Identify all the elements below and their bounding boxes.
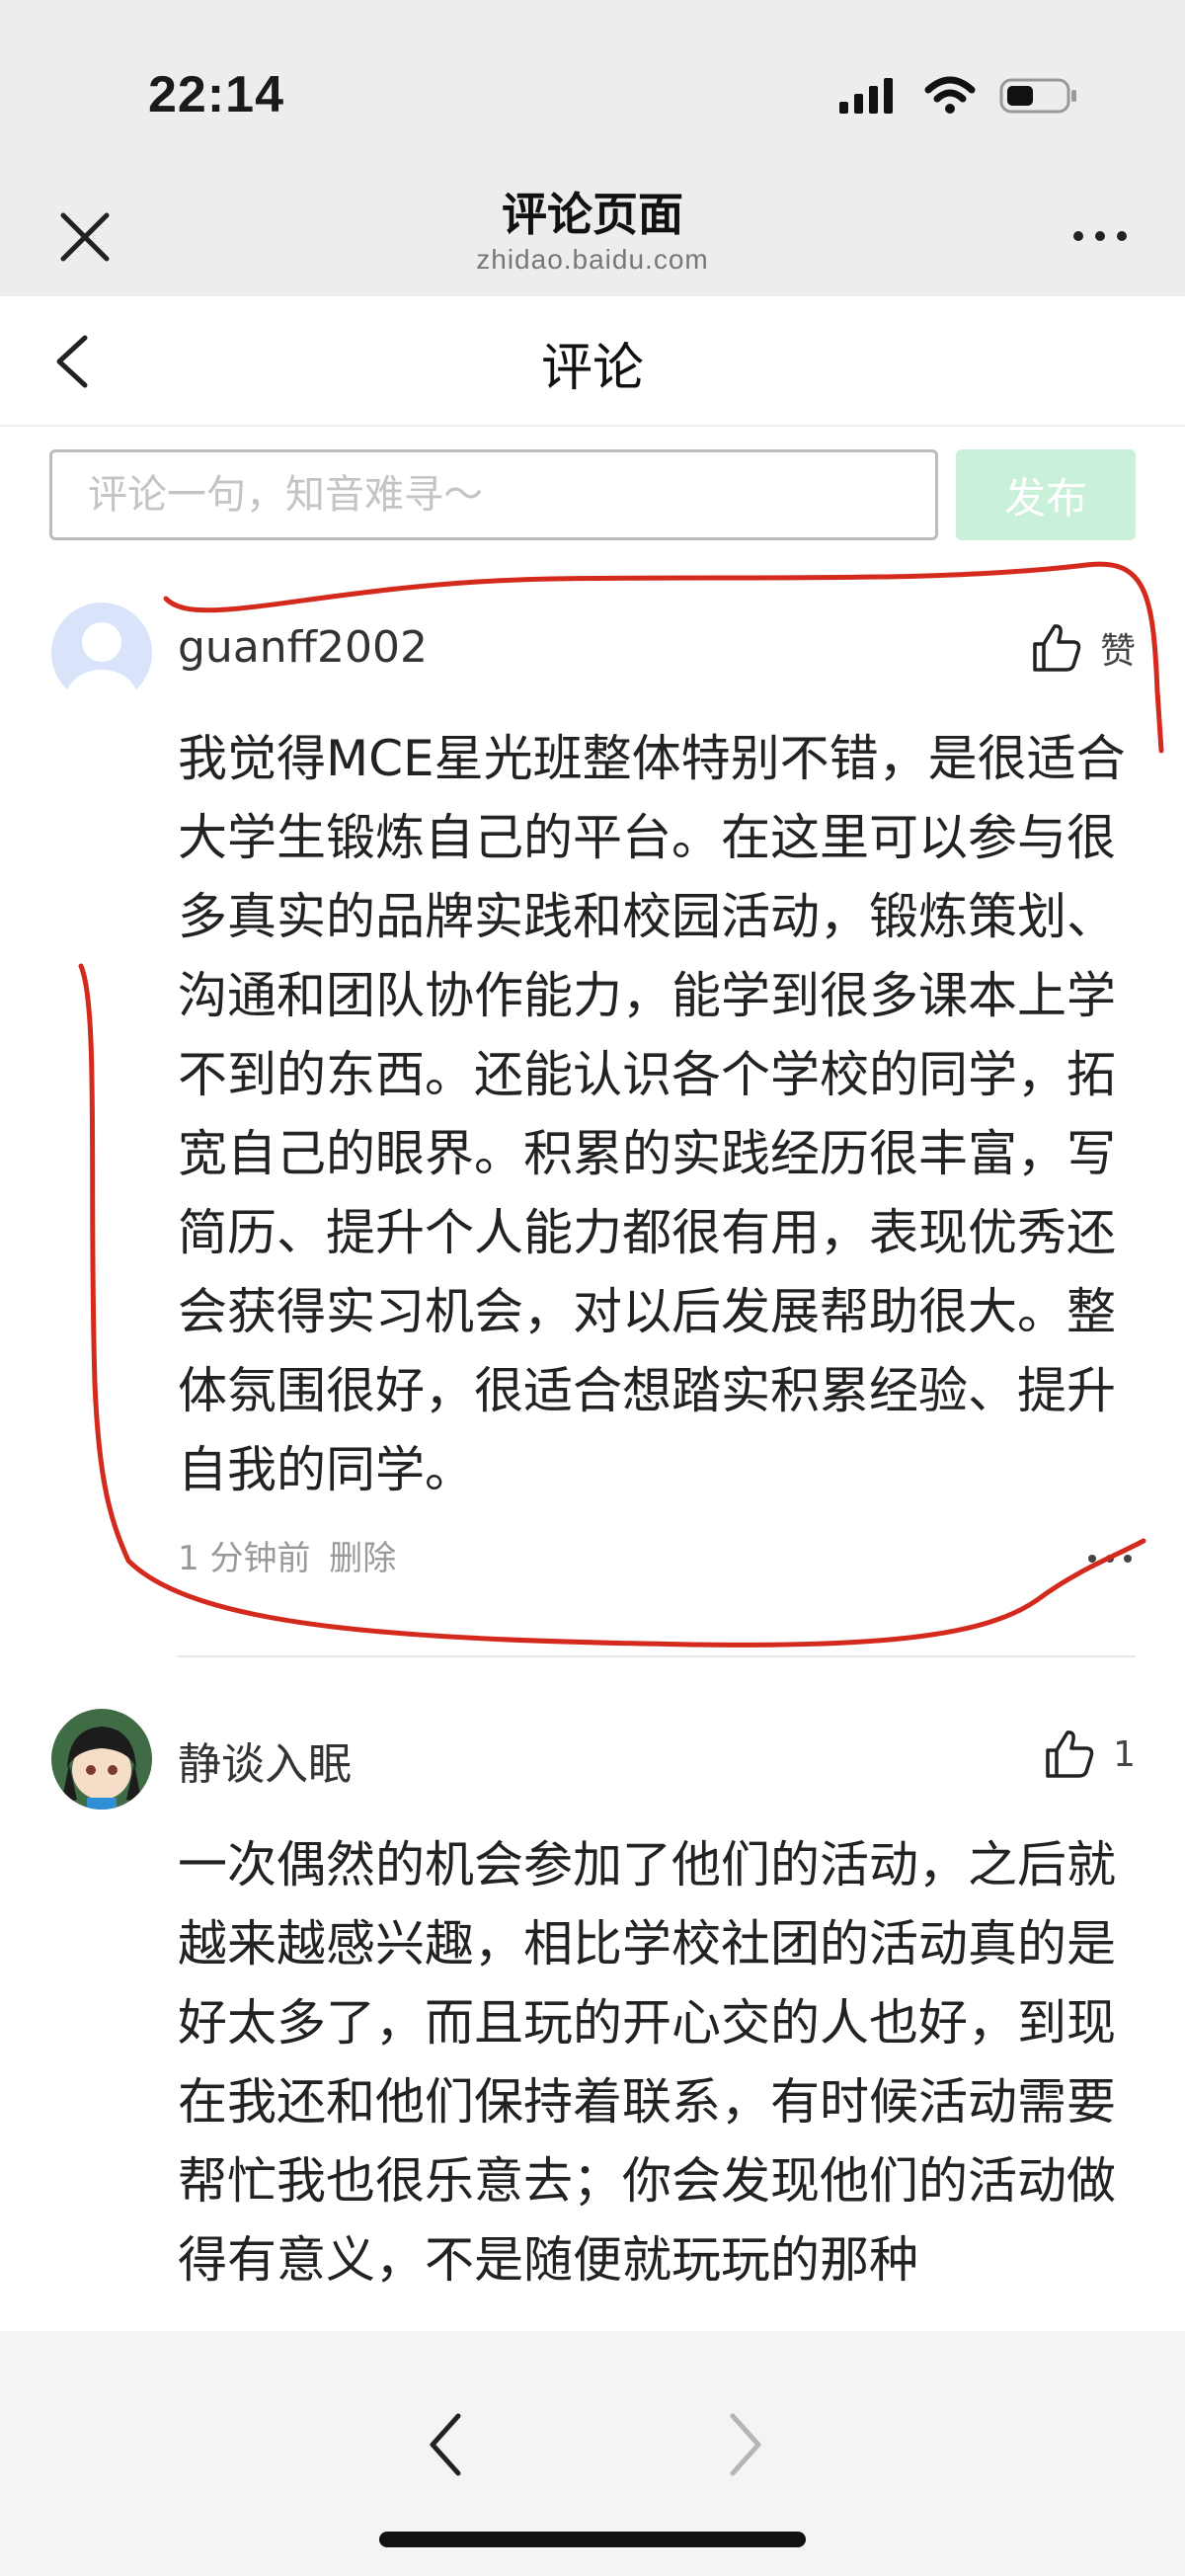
wifi-icon (924, 76, 976, 114)
more-options-icon[interactable] (1070, 221, 1130, 251)
avatar[interactable] (51, 603, 152, 703)
delete-link[interactable]: 删除 (329, 1539, 396, 1578)
browser-bar: 评论页面 zhidao.baidu.com (0, 178, 1185, 296)
comment-text: 我觉得MCE星光班整体特别不错，是很适合大学生锻炼自己的平台。在这里可以参与很多… (178, 730, 1126, 1498)
like-button[interactable]: 赞 (1031, 622, 1136, 674)
avatar[interactable] (51, 1709, 152, 1810)
comment-input[interactable] (49, 449, 938, 540)
comment-item: guanff2002 赞 我觉得MCE星光班整体特别不错，是很适合大学生锻炼自己… (0, 593, 1185, 1659)
battery-icon (999, 78, 1076, 114)
comment-more-icon[interactable] (1086, 1549, 1134, 1569)
browser-page-title: 评论页面 (502, 188, 683, 241)
like-label: 赞 (1099, 631, 1136, 672)
browser-back-icon[interactable] (425, 2410, 464, 2479)
publish-button[interactable]: 发布 (956, 449, 1136, 540)
status-time: 22:14 (148, 66, 284, 123)
anime-avatar-icon (51, 1709, 152, 1810)
thumbs-up-icon (1033, 624, 1081, 672)
comment-username[interactable]: 静谈入眠 (178, 1729, 352, 1792)
page-title: 评论 (540, 339, 644, 398)
signal-icon (839, 78, 893, 114)
thumbs-up-icon (1046, 1731, 1094, 1778)
browser-forward-icon[interactable] (727, 2410, 766, 2479)
status-icons (837, 71, 1078, 121)
comment-username[interactable]: guanff2002 (178, 622, 428, 673)
comment-divider (178, 1655, 1136, 1657)
comment-time: 1 分钟前 (178, 1539, 311, 1578)
browser-domain: zhidao.baidu.com (476, 244, 709, 276)
default-avatar-icon (51, 603, 152, 703)
home-indicator (379, 2532, 806, 2547)
like-button[interactable]: 1 (1044, 1729, 1136, 1780)
browser-title-block: 评论页面 zhidao.baidu.com (0, 188, 1185, 276)
comment-meta: 1 分钟前 删除 (178, 1531, 404, 1579)
comment-form: 发布 (49, 449, 1136, 544)
comment-item: 静谈入眠 1 一次偶然的机会参加了他们的活动，之后就越来越感兴趣，相比学校社团的… (0, 1709, 1185, 2341)
status-bar: 22:14 (0, 0, 1185, 178)
like-count: 1 (1113, 1733, 1136, 1775)
comment-text: 一次偶然的机会参加了他们的活动，之后就越来越感兴趣，相比学校社团的活动真的是好太… (178, 1836, 1116, 2289)
page-header: 评论 (0, 296, 1185, 427)
